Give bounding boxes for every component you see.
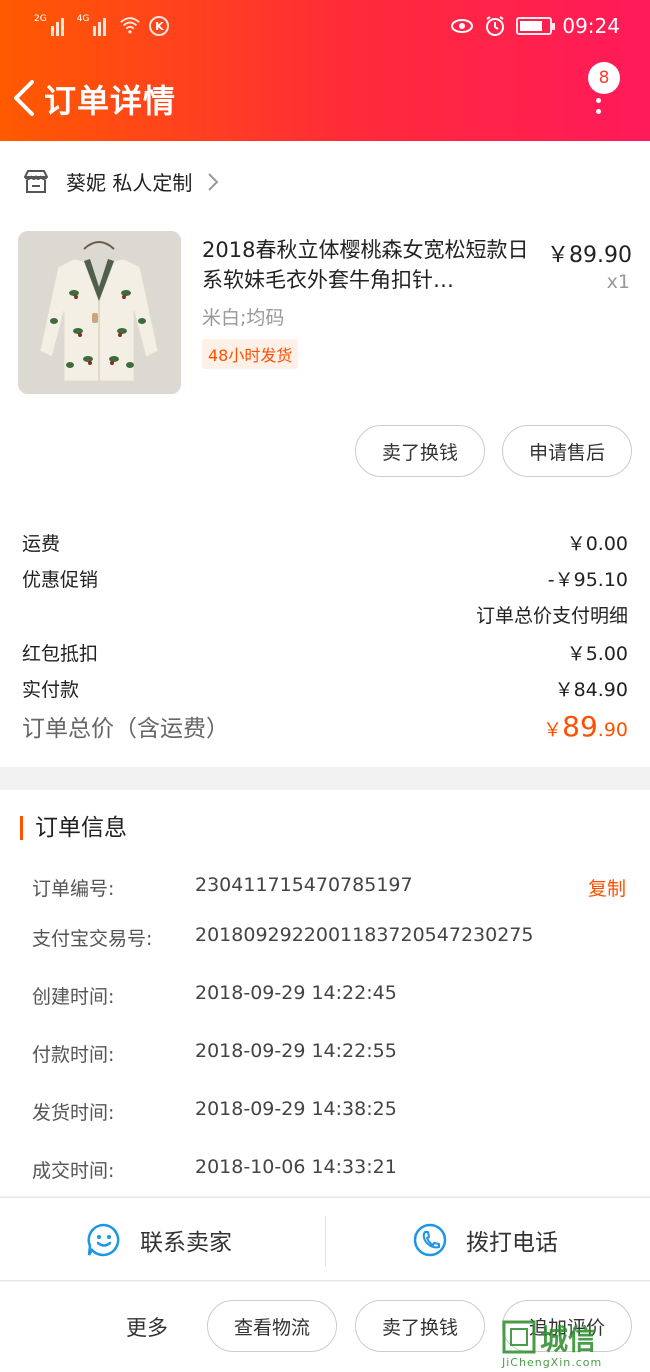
shipping-fee-row: 运费 ￥0.00 [22,529,628,556]
shipping-badge: 48小时发货 [202,339,299,369]
app-header: 2G 4G K 09:24 订单详情 8 [0,0,650,141]
order-number-label: 订单编号: [32,878,115,900]
shop-name: 葵妮 私人定制 [66,171,193,195]
redpacket-row: 红包抵扣 ￥5.00 [22,639,628,666]
created-time-label: 创建时间: [32,986,115,1008]
deal-time-value: 2018-10-06 14:33:21 [195,1156,397,1178]
apply-after-sale-button[interactable]: 申请售后 [502,425,632,477]
sell-for-cash-bottom-button[interactable]: 卖了换钱 [355,1300,485,1352]
order-number-value: 230411715470785197 [195,874,413,896]
contact-bar: 联系卖家 拨打电话 [0,1197,650,1281]
promo-value: -￥95.10 [547,569,628,591]
alipay-trade-value: 2018092922001183720547230275 [195,924,534,946]
clock: 09:24 [562,14,620,38]
more-actions-button[interactable]: 更多 [126,1312,168,1342]
watermark: 城信 JiChengXin.com [502,1318,642,1372]
shop-icon [24,169,48,193]
page-title: 订单详情 [44,82,177,120]
phone-icon [413,1223,447,1257]
product-spec: 米白;均码 [202,307,285,329]
paid-time-label: 付款时间: [32,1044,115,1066]
product-price: ￥89.90 [547,243,632,268]
product-thumbnail[interactable] [18,231,181,394]
redpacket-label: 红包抵扣 [22,643,99,665]
watermark-subtext: JiChengXin.com [502,1356,603,1369]
order-info-title: 订单信息 [20,816,127,840]
created-time-value: 2018-09-29 14:22:45 [195,982,397,1004]
chat-smile-icon [87,1223,120,1257]
sell-for-cash-button[interactable]: 卖了换钱 [355,425,485,477]
copy-order-number-button[interactable]: 复制 [588,874,626,901]
shipped-time-label: 发货时间: [32,1102,115,1124]
payment-detail-row: 订单总价支付明细 [22,601,628,628]
total-integer: 89 [562,710,598,743]
eye-icon [451,19,474,33]
total-currency: ￥ [543,719,563,741]
paid-value: ￥84.90 [554,679,628,701]
paid-label: 实付款 [22,679,80,701]
shop-link[interactable]: 葵妮 私人定制 [22,167,220,196]
message-count-badge: 8 [588,62,620,94]
order-total-value: ￥89.90 [543,710,628,743]
signal-icon-2: 4G [77,14,112,36]
deal-time-label: 成交时间: [32,1160,115,1182]
payment-detail-link[interactable]: 订单总价支付明细 [476,601,628,628]
paid-time-value: 2018-09-29 14:22:55 [195,1040,397,1062]
alipay-trade-label: 支付宝交易号: [32,928,153,950]
contact-divider [325,1216,326,1266]
promo-label: 优惠促销 [22,569,99,591]
redpacket-value: ￥5.00 [566,643,628,665]
more-dots-icon [596,98,601,120]
watermark-logo-icon [502,1320,536,1354]
k-status-icon: K [149,16,170,36]
shipping-fee-value: ￥0.00 [566,533,628,555]
network-type-1: 2G [34,14,47,24]
watermark-text: 城信 [540,1323,597,1356]
status-right: 09:24 [450,14,620,38]
contact-seller-label: 联系卖家 [140,1230,232,1256]
call-phone-label: 拨打电话 [466,1230,558,1256]
product-quantity: x1 [606,271,630,293]
cardigan-image [18,231,181,394]
shipped-time-value: 2018-09-29 14:38:25 [195,1098,397,1120]
product-title[interactable]: 2018春秋立体樱桃森女宽松短款日系软妹毛衣外套牛角扣针… [202,235,532,295]
order-card: 葵妮 私人定制 2018春秋立体樱桃森女宽松短款日系软妹毛衣外套牛角扣针… ￥8… [0,141,650,767]
chevron-right-icon [208,172,219,191]
call-phone-button[interactable]: 拨打电话 [412,1198,558,1282]
alarm-icon [486,16,505,36]
battery-icon [516,17,556,35]
promo-row: 优惠促销 -￥95.10 [22,565,628,592]
wifi-icon [120,17,141,34]
order-total-label: 订单总价（含运费） [22,716,229,742]
order-total-row: 订单总价（含运费） ￥89.90 [22,709,628,743]
paid-row: 实付款 ￥84.90 [22,675,628,702]
contact-seller-button[interactable]: 联系卖家 [86,1198,232,1282]
network-type-2: 4G [76,14,90,24]
view-logistics-button[interactable]: 查看物流 [207,1300,337,1352]
status-bar: 2G 4G K 09:24 [0,0,650,56]
total-decimal: .90 [597,719,628,741]
order-info-section: 订单信息 复制 订单编号: 230411715470785197 支付宝交易号:… [0,790,650,1196]
more-menu-button[interactable]: 8 [584,62,620,118]
back-arrow-icon[interactable] [10,78,40,118]
signal-icon-1: 2G [34,14,69,36]
shipping-fee-label: 运费 [22,533,61,555]
status-left: 2G 4G K [34,14,170,36]
